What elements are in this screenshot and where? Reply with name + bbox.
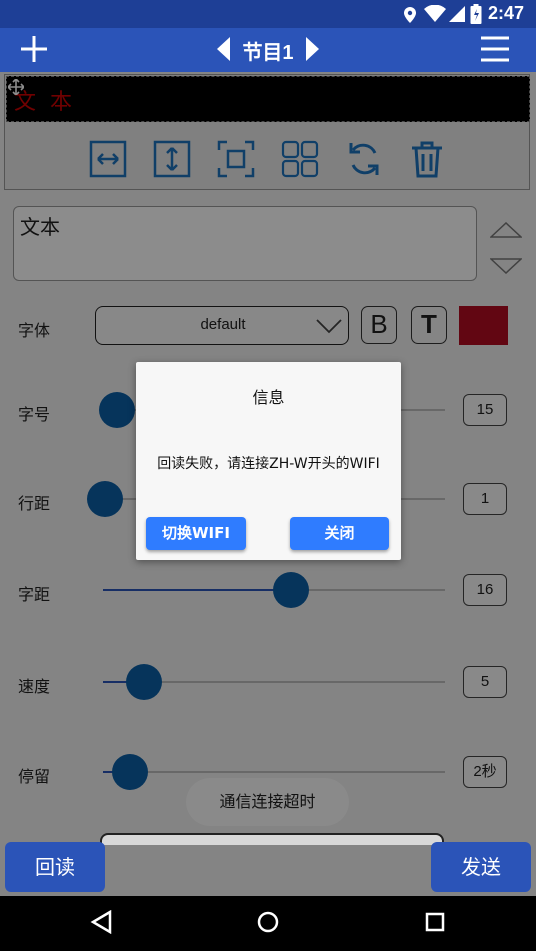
home-icon[interactable] xyxy=(257,911,279,933)
hidden-input-edge xyxy=(100,833,444,845)
next-program-arrow-icon[interactable] xyxy=(305,36,321,62)
back-icon[interactable] xyxy=(90,910,112,934)
status-time: 2:47 xyxy=(487,3,524,23)
dialog-message: 回读失败，请连接ZH-W开头的WIFI xyxy=(157,456,380,472)
close-dialog-button[interactable]: 关闭 xyxy=(290,517,389,550)
location-icon xyxy=(404,7,416,23)
wifi-icon xyxy=(424,5,446,22)
send-button[interactable]: 发送 xyxy=(431,842,531,892)
program-title: 节目1 xyxy=(242,42,294,64)
hamburger-icon[interactable] xyxy=(480,36,510,62)
switch-wifi-button[interactable]: 切换WIFI xyxy=(146,517,246,550)
dialog-title: 信息 xyxy=(252,388,285,407)
toast-message: 通信连接超时 xyxy=(186,778,349,826)
status-bar: 2:47 xyxy=(0,0,536,28)
navigation-bar xyxy=(0,896,536,951)
signal-icon xyxy=(449,6,465,22)
readback-button[interactable]: 回读 xyxy=(5,842,105,892)
title-bar: 节目1 xyxy=(0,28,536,72)
battery-icon xyxy=(470,4,482,24)
info-dialog: 信息 回读失败，请连接ZH-W开头的WIFI 切换WIFI 关闭 xyxy=(136,362,401,560)
recents-icon[interactable] xyxy=(425,912,445,932)
